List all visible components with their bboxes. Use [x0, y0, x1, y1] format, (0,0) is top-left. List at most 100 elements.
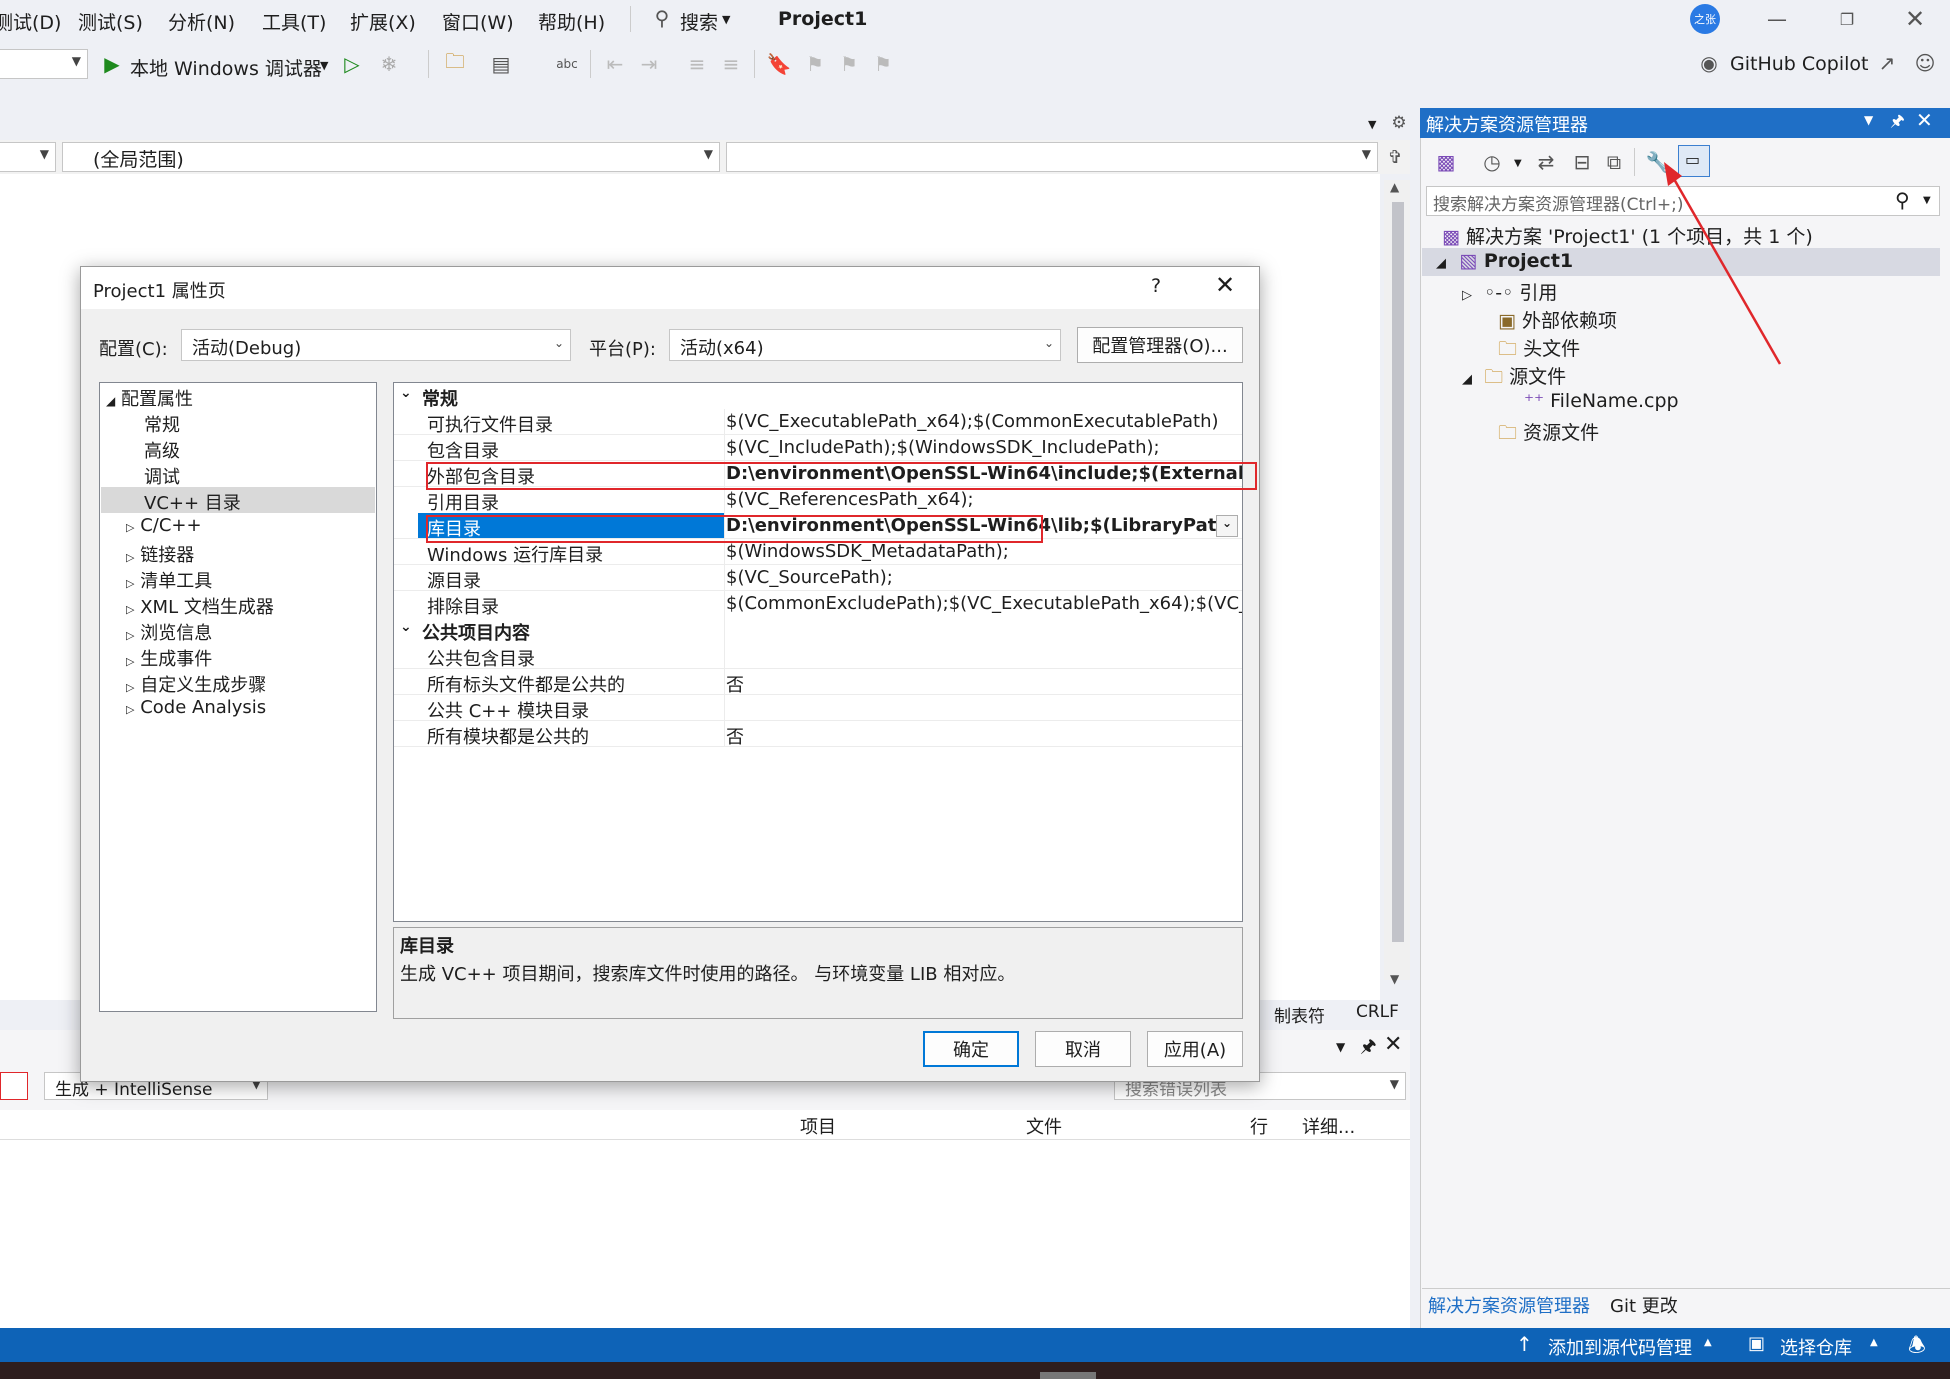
cancel-button[interactable]: 取消	[1035, 1031, 1131, 1067]
history-icon[interactable]: ◷	[1478, 148, 1506, 176]
column-project[interactable]: 项目	[800, 1113, 836, 1139]
ok-button[interactable]: 确定	[923, 1031, 1019, 1067]
row-reference-dirs[interactable]: 引用目录 $(VC_ReferencesPath_x64);	[394, 487, 1242, 514]
row-include-dirs[interactable]: 包含目录 $(VC_IncludePath);$(WindowsSDK_Inclu…	[394, 435, 1242, 462]
sync-icon[interactable]: ⇄	[1532, 148, 1560, 176]
menu-test[interactable]: 测试(S)	[78, 8, 143, 35]
copilot-icon[interactable]: ◉	[1696, 50, 1722, 76]
value-dropdown-button[interactable]: ⌄	[1216, 515, 1238, 537]
bookmark-icon[interactable]: 🔖	[766, 51, 792, 77]
editor-scrollbar[interactable]: ▲ ▼	[1384, 180, 1410, 986]
chevron-down-icon[interactable]: ▼	[1368, 118, 1376, 131]
close-icon[interactable]: ✕	[1900, 5, 1930, 33]
add-to-source-control[interactable]: 添加到源代码管理	[1548, 1334, 1692, 1360]
tabs-indicator[interactable]: 制表符	[1274, 1002, 1325, 1027]
hot-reload-icon[interactable]: ❄	[376, 51, 402, 77]
chevron-down-icon[interactable]: ▼	[1864, 113, 1873, 127]
tree-build-events[interactable]: ▷ 生成事件	[126, 645, 212, 671]
tree-general[interactable]: 常规	[144, 411, 180, 437]
folder-icon[interactable]: 🗀	[442, 49, 468, 77]
close-icon[interactable]: ✕	[1215, 271, 1235, 299]
scope-combo[interactable]: (全局范围) ▼	[62, 142, 720, 172]
prev-bookmark-icon[interactable]: ⚑	[802, 51, 828, 77]
chevron-down-icon[interactable]: ▼	[320, 59, 328, 72]
menu-extensions[interactable]: 扩展(X)	[350, 8, 416, 35]
gear-icon[interactable]: ⚙	[1388, 112, 1410, 134]
error-filter-icon[interactable]	[0, 1072, 28, 1100]
column-details[interactable]: 详细...	[1302, 1113, 1355, 1139]
tab-git-changes[interactable]: Git 更改	[1610, 1292, 1678, 1318]
layout-icon[interactable]: ▤	[488, 51, 514, 77]
chevron-down-icon[interactable]: ▼	[1514, 158, 1522, 169]
close-icon[interactable]: ✕	[1384, 1032, 1402, 1057]
config-combo[interactable]: ▼	[0, 49, 88, 79]
pin-icon[interactable]: 🖈	[1890, 110, 1905, 137]
next-bookmark-icon[interactable]: ⚑	[836, 51, 862, 77]
menu-help[interactable]: 帮助(H)	[538, 8, 605, 35]
spellcheck-icon[interactable]: abc	[554, 51, 580, 77]
comment-icon[interactable]: ≡	[684, 51, 710, 77]
outdent-icon[interactable]: ⇥	[636, 51, 662, 77]
menu-window[interactable]: 窗口(W)	[442, 8, 514, 35]
platform-select[interactable]: 活动(x64) ⌄	[669, 329, 1061, 361]
line-ending-indicator[interactable]: CRLF	[1356, 1002, 1399, 1022]
config-select[interactable]: 活动(Debug) ⌄	[181, 329, 571, 361]
column-line[interactable]: 行	[1250, 1113, 1268, 1139]
tree-external-deps[interactable]: ▣ 外部依赖项	[1498, 306, 1617, 333]
project-node[interactable]: ◢ ▧ Project1	[1436, 250, 1573, 272]
indent-icon[interactable]: ⇤	[602, 51, 628, 77]
switch-view-icon[interactable]: ▩	[1432, 148, 1460, 176]
clear-bookmark-icon[interactable]: ⚑	[870, 51, 896, 77]
row-source-dirs[interactable]: 源目录 $(VC_SourcePath);	[394, 565, 1242, 592]
help-button[interactable]: ?	[1151, 275, 1161, 297]
row-all-headers-public[interactable]: 所有标头文件都是公共的否	[394, 669, 1242, 696]
play-icon[interactable]: ▶	[100, 51, 124, 77]
tree-vc-directories[interactable]: VC++ 目录	[144, 489, 241, 515]
share-icon[interactable]: ↗	[1874, 50, 1900, 76]
tab-solution-explorer[interactable]: 解决方案资源管理器	[1428, 1292, 1590, 1318]
search-button[interactable]: 搜索	[680, 8, 718, 35]
feedback-icon[interactable]: ☺	[1912, 50, 1938, 76]
tree-filename-cpp[interactable]: ⁺⁺ FileName.cpp	[1524, 390, 1679, 412]
menu-analyze[interactable]: 分析(N)	[168, 8, 235, 35]
row-all-modules-public[interactable]: 所有模块都是公共的否	[394, 721, 1242, 748]
menu-tools[interactable]: 工具(T)	[262, 8, 326, 35]
tree-debugging[interactable]: 调试	[144, 463, 180, 489]
minimize-icon[interactable]: —	[1762, 6, 1792, 32]
tree-config-properties[interactable]: ◢ 配置属性	[106, 385, 193, 411]
tree-custom-build[interactable]: ▷ 自定义生成步骤	[126, 671, 266, 697]
tree-code-analysis[interactable]: ▷ Code Analysis	[126, 697, 266, 718]
show-all-files-icon[interactable]: ⧉	[1600, 148, 1628, 176]
chevron-down-icon[interactable]: ▼	[1336, 1040, 1345, 1054]
chevron-down-icon[interactable]: ▼	[1923, 195, 1931, 206]
row-executable-dirs[interactable]: 可执行文件目录 $(VC_ExecutablePath_x64);$(Common…	[394, 409, 1242, 436]
copilot-label[interactable]: GitHub Copilot	[1730, 53, 1868, 75]
search-icon[interactable]: ⚲	[650, 6, 674, 30]
apply-button[interactable]: 应用(A)	[1147, 1031, 1243, 1067]
row-public-include-dirs[interactable]: 公共包含目录	[394, 643, 1242, 670]
debugger-label[interactable]: 本地 Windows 调试器	[130, 54, 322, 81]
tree-xml-doc[interactable]: ▷ XML 文档生成器	[126, 593, 274, 619]
avatar[interactable]: 之张	[1690, 4, 1720, 34]
tree-manifest-tool[interactable]: ▷ 清单工具	[126, 567, 212, 593]
row-public-module-dirs[interactable]: 公共 C++ 模块目录	[394, 695, 1242, 722]
bell-icon[interactable]: 🕭	[1908, 1331, 1926, 1365]
section-public[interactable]: ⌄ 公共项目内容	[394, 617, 1242, 644]
member-combo[interactable]: ▼	[726, 142, 1378, 172]
uncomment-icon[interactable]: ≡	[718, 51, 744, 77]
tree-browse-info[interactable]: ▷ 浏览信息	[126, 619, 212, 645]
restore-icon[interactable]: ❐	[1832, 6, 1862, 32]
split-icon[interactable]: ✞	[1384, 144, 1406, 170]
tree-linker[interactable]: ▷ 链接器	[126, 541, 194, 567]
collapse-all-icon[interactable]: ⊟	[1568, 148, 1596, 176]
row-exclude-dirs[interactable]: 排除目录 $(CommonExcludePath);$(VC_Executable…	[394, 591, 1242, 618]
start-without-debug-icon[interactable]: ▷	[340, 51, 364, 77]
config-manager-button[interactable]: 配置管理器(O)...	[1077, 327, 1243, 363]
section-general[interactable]: ⌄ 常规	[394, 383, 1242, 410]
column-file[interactable]: 文件	[1026, 1113, 1062, 1139]
tree-resource-files[interactable]: 🗀 资源文件	[1498, 418, 1599, 451]
pin-icon[interactable]: 🖈	[1360, 1034, 1377, 1064]
tree-advanced[interactable]: 高级	[144, 437, 180, 463]
menu-debug[interactable]: 测试(D)	[0, 8, 61, 35]
tree-references[interactable]: ▷ ◦-◦ 引用	[1462, 278, 1557, 305]
